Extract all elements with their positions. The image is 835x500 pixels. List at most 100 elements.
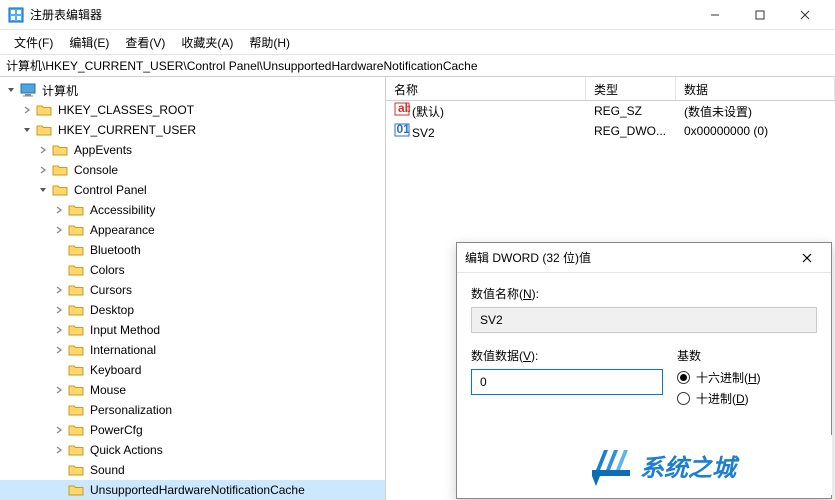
list-row[interactable]: 011SV2 REG_DWO...0x00000000 (0) (386, 121, 835, 141)
chevron-right-icon[interactable] (52, 263, 66, 277)
tree-item[interactable]: Quick Actions (0, 440, 385, 460)
chevron-right-icon[interactable] (52, 323, 66, 337)
folder-icon (68, 343, 84, 357)
tree-item[interactable]: Desktop (0, 300, 385, 320)
menu-help[interactable]: 帮助(H) (241, 31, 298, 54)
folder-icon (68, 203, 84, 217)
maximize-button[interactable] (737, 0, 782, 30)
svg-text:011: 011 (397, 123, 411, 136)
tree-item[interactable]: Bluetooth (0, 240, 385, 260)
data-field[interactable] (471, 369, 663, 395)
name-field: SV2 (471, 307, 817, 333)
chevron-down-icon[interactable] (4, 83, 18, 97)
tree-item[interactable]: Personalization (0, 400, 385, 420)
radio-hex[interactable]: 十六进制(H) (677, 369, 817, 386)
folder-icon (68, 243, 84, 257)
tree-item[interactable]: AppEvents (0, 140, 385, 160)
tree-item[interactable]: Appearance (0, 220, 385, 240)
cell-data: 0x00000000 (0) (678, 123, 835, 139)
tree-item[interactable]: Mouse (0, 380, 385, 400)
tree-item[interactable]: PowerCfg (0, 420, 385, 440)
folder-icon (36, 103, 52, 117)
cell-data: (数值未设置) (678, 102, 835, 121)
tree-item[interactable]: International (0, 340, 385, 360)
tree-item[interactable]: Sound (0, 460, 385, 480)
tree-item[interactable]: Input Method (0, 320, 385, 340)
tree-item[interactable]: Cursors (0, 280, 385, 300)
folder-icon (68, 483, 84, 497)
close-button[interactable] (782, 0, 827, 30)
chevron-right-icon[interactable] (52, 243, 66, 257)
list-header: 名称 类型 数据 (386, 77, 835, 101)
tree-item[interactable]: UnsupportedHardwareNotificationCache (0, 480, 385, 500)
reg-string-icon: ab (394, 102, 410, 116)
chevron-right-icon[interactable] (20, 103, 34, 117)
menu-favorites[interactable]: 收藏夹(A) (173, 31, 241, 54)
chevron-right-icon[interactable] (52, 283, 66, 297)
minimize-button[interactable] (692, 0, 737, 30)
address-path: 计算机\HKEY_CURRENT_USER\Control Panel\Unsu… (6, 57, 478, 74)
tree-item[interactable]: Console (0, 160, 385, 180)
data-label: 数值数据(V): (471, 347, 663, 364)
tree-label: Desktop (87, 302, 137, 318)
menu-view[interactable]: 查看(V) (117, 31, 173, 54)
col-header-type[interactable]: 类型 (586, 77, 676, 100)
tree-label: HKEY_CLASSES_ROOT (55, 102, 197, 118)
tree-label: International (87, 342, 159, 358)
tree-root[interactable]: 计算机 (0, 80, 385, 100)
folder-icon (68, 263, 84, 277)
chevron-right-icon[interactable] (52, 483, 66, 497)
chevron-right-icon[interactable] (52, 403, 66, 417)
chevron-right-icon[interactable] (36, 163, 50, 177)
col-header-data[interactable]: 数据 (676, 77, 835, 100)
tree-label: Sound (87, 462, 128, 478)
value-name: SV2 (412, 126, 435, 140)
chevron-right-icon[interactable] (52, 203, 66, 217)
folder-icon (52, 143, 68, 157)
svg-text:ab: ab (398, 102, 410, 115)
window-title: 注册表编辑器 (30, 6, 692, 23)
chevron-right-icon[interactable] (52, 463, 66, 477)
chevron-right-icon[interactable] (52, 443, 66, 457)
chevron-right-icon[interactable] (52, 343, 66, 357)
tree-hkey-classes-root[interactable]: HKEY_CLASSES_ROOT (0, 100, 385, 120)
tree-label: Personalization (87, 402, 175, 418)
cell-type: REG_DWO... (588, 123, 678, 139)
tree-label: 计算机 (39, 81, 81, 100)
menu-file[interactable]: 文件(F) (6, 31, 61, 54)
watermark: 系统之城 (586, 437, 830, 493)
chevron-right-icon[interactable] (52, 423, 66, 437)
tree-hkey-current-user[interactable]: HKEY_CURRENT_USER (0, 120, 385, 140)
tree-item[interactable]: Control Panel (0, 180, 385, 200)
tree-label: Colors (87, 262, 128, 278)
chevron-down-icon[interactable] (36, 183, 50, 197)
chevron-right-icon[interactable] (52, 363, 66, 377)
computer-icon (20, 83, 36, 97)
titlebar: 注册表编辑器 (0, 0, 835, 30)
tree-label: Cursors (87, 282, 135, 298)
chevron-down-icon[interactable] (20, 123, 34, 137)
chevron-right-icon[interactable] (36, 143, 50, 157)
chevron-right-icon[interactable] (52, 223, 66, 237)
tree-item[interactable]: Keyboard (0, 360, 385, 380)
radio-dec[interactable]: 十进制(D) (677, 390, 817, 407)
radio-dec-label: 十进制(D) (696, 390, 749, 407)
menu-edit[interactable]: 编辑(E) (61, 31, 117, 54)
watermark-text: 系统之城 (640, 448, 736, 483)
tree-panel[interactable]: 计算机 HKEY_CLASSES_ROOT HKEY_CURRENT_USER … (0, 77, 386, 500)
address-bar[interactable]: 计算机\HKEY_CURRENT_USER\Control Panel\Unsu… (0, 55, 835, 77)
dialog-titlebar[interactable]: 编辑 DWORD (32 位)值 (457, 243, 831, 273)
tree-label: Control Panel (71, 182, 150, 198)
col-header-name[interactable]: 名称 (386, 77, 586, 100)
watermark-logo-icon (586, 440, 636, 490)
tree-item[interactable]: Accessibility (0, 200, 385, 220)
folder-icon (68, 283, 84, 297)
tree-label: Appearance (87, 222, 158, 238)
tree-item[interactable]: Colors (0, 260, 385, 280)
dialog-close-button[interactable] (791, 244, 823, 272)
list-row[interactable]: ab(默认)REG_SZ(数值未设置) (386, 101, 835, 121)
folder-icon (68, 443, 84, 457)
chevron-right-icon[interactable] (52, 303, 66, 317)
chevron-right-icon[interactable] (52, 383, 66, 397)
window-controls (692, 0, 827, 30)
